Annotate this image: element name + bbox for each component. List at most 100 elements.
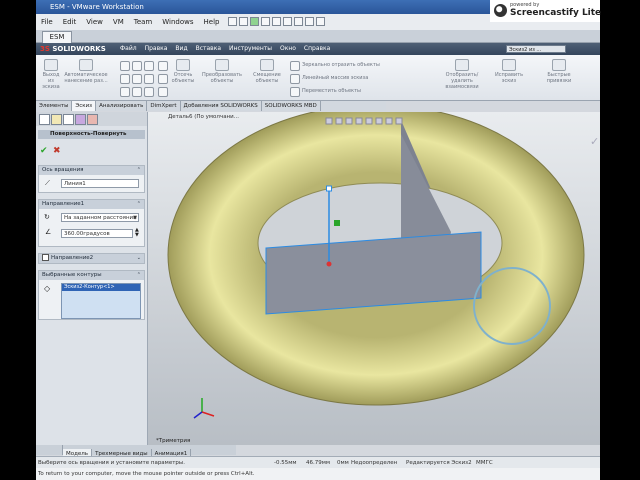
menu-view[interactable]: View [81, 14, 108, 30]
tab-dimxpert[interactable]: DimXpert [147, 101, 181, 111]
sw-menu-view[interactable]: Вид [171, 45, 191, 52]
collapse-chevron-icon[interactable]: ⌃ [137, 200, 141, 209]
list-item[interactable]: Эскиз2-Контур<1> [62, 284, 140, 291]
reverse-direction-icon[interactable]: ↻ [44, 213, 50, 221]
contours-list[interactable]: Эскиз2-Контур<1> [61, 283, 141, 319]
ellipse-icon[interactable] [132, 87, 142, 97]
polygon-icon[interactable] [144, 74, 154, 84]
menu-edit[interactable]: Edit [58, 14, 82, 30]
sw-menu-edit[interactable]: Правка [141, 45, 172, 52]
manager-icon[interactable] [293, 17, 303, 26]
menu-windows[interactable]: Windows [157, 14, 198, 30]
ok-button[interactable]: ✔ [40, 146, 48, 156]
feature-tree-breadcrumb[interactable]: Деталь6 (По умолчани... [168, 114, 239, 120]
rectangle-icon[interactable] [132, 61, 142, 71]
line-icon[interactable] [120, 61, 130, 71]
quick-snaps-button[interactable]: Быстрые привязки [542, 57, 576, 84]
mirror-entities-label[interactable]: Зеркально отразить объекты [302, 62, 380, 68]
vm-tab-esm[interactable]: ESM [42, 31, 72, 43]
screencastify-watermark: powered by Screencastify Lite [490, 0, 602, 22]
graphics-viewport[interactable]: ✕ ✓ Деталь6 (По умолчани... *Триметрия [148, 104, 600, 445]
axis-endpoint[interactable] [326, 185, 332, 192]
tab-addins[interactable]: Добавления SOLIDWORKS [181, 101, 262, 111]
plane-icon[interactable] [158, 87, 168, 97]
confirm-ok-icon[interactable]: ✓ [590, 135, 599, 148]
direction2-checkbox[interactable] [42, 254, 49, 261]
expand-chevron-icon[interactable]: ⌄ [137, 254, 141, 263]
exit-sketch-button[interactable]: Выход из эскиза [40, 57, 62, 90]
trim-entities-button[interactable]: Отсечь объекты [170, 57, 196, 84]
trim-icon [176, 59, 190, 71]
tab-features[interactable]: Элементы [36, 101, 73, 111]
spline-icon[interactable] [120, 87, 130, 97]
axis-selection-field[interactable]: Линия1 [61, 179, 139, 188]
cancel-button[interactable]: ✖ [53, 146, 61, 156]
feature-tree-icon[interactable] [39, 114, 50, 125]
group-header[interactable]: Направление1 ⌃ [39, 200, 144, 209]
tab-mbd[interactable]: SOLIDWORKS MBD [262, 101, 321, 111]
repair-sketch-button[interactable]: Исправить эскиз [494, 57, 524, 84]
pause-icon[interactable] [227, 17, 237, 26]
property-manager-icon[interactable] [51, 114, 62, 125]
tab-sketch[interactable]: Эскиз [72, 101, 97, 111]
configuration-icon[interactable] [63, 114, 74, 125]
button-label: Исправить эскиз [494, 72, 524, 84]
angle-stepper[interactable]: ▲ ▼ [135, 228, 139, 238]
snapshot-icon[interactable] [271, 17, 281, 26]
unity-icon[interactable] [315, 17, 325, 26]
text-icon[interactable] [158, 61, 168, 71]
watermark-line2: Screencastify Lite [510, 8, 602, 18]
linear-pattern-icon[interactable] [290, 74, 300, 84]
point-icon[interactable] [158, 74, 168, 84]
smart-dimension-button[interactable]: Автоматическое нанесение раз... [64, 57, 108, 84]
ds-logo-mark: 3S [40, 45, 50, 53]
sw-menu-insert[interactable]: Вставка [192, 45, 225, 52]
direction2-group: Направление2 ⌄ [38, 253, 145, 264]
convert-entities-button[interactable]: Преобразовать объекты [200, 57, 244, 84]
axis-line-icon: ⟋ [45, 179, 50, 187]
fillet-icon[interactable] [144, 87, 154, 97]
tab-evaluate[interactable]: Анализировать [96, 101, 148, 111]
move-entities-label[interactable]: Переместить объекты [302, 88, 361, 94]
display-relations-button[interactable]: Отобразить/удалить взаимосвязи [436, 57, 488, 90]
mirror-icon[interactable] [290, 61, 300, 71]
play-icon[interactable] [249, 17, 259, 26]
vmware-tab-strip: ESM [36, 30, 600, 43]
slot-icon[interactable] [144, 61, 154, 71]
model-svg[interactable]: ✕ ✓ [148, 104, 600, 445]
linear-pattern-label[interactable]: Линейный массив эскиза [302, 75, 368, 81]
stop-icon[interactable] [238, 17, 248, 26]
sw-menu-tools[interactable]: Инструменты [225, 45, 276, 52]
sw-menu-window[interactable]: Окно [276, 45, 300, 52]
fullscreen-icon[interactable] [304, 17, 314, 26]
menu-help[interactable]: Help [199, 14, 225, 30]
offset-entities-button[interactable]: Смещение объекты [250, 57, 284, 84]
dimxpert-icon[interactable] [75, 114, 86, 125]
menu-vm[interactable]: VM [108, 14, 129, 30]
vmware-hint-bar: To return to your computer, move the mou… [36, 468, 600, 480]
angle-input[interactable]: 360.00градусов [61, 229, 133, 238]
revert-icon[interactable] [282, 17, 292, 26]
snaps-icon [552, 59, 566, 71]
menu-file[interactable]: File [36, 14, 58, 30]
group-title: Направление1 [42, 201, 85, 207]
tab-motion-blank[interactable] [36, 445, 63, 455]
sw-menu-help[interactable]: Справка [300, 45, 334, 52]
group-header[interactable]: Выбранные контуры ⌃ [39, 271, 144, 280]
circle-icon[interactable] [120, 74, 130, 84]
group-header[interactable]: Направление2 ⌄ [39, 254, 144, 263]
button-label: Смещение объекты [253, 72, 281, 84]
chevron-down-icon: ▼ [133, 215, 137, 221]
display-manager-icon[interactable] [87, 114, 98, 125]
end-condition-select[interactable]: На заданном расстоянии ▼ [61, 213, 139, 222]
menu-team[interactable]: Team [129, 14, 158, 30]
refresh-icon[interactable] [260, 17, 270, 26]
group-header[interactable]: Ось вращения ⌃ [39, 166, 144, 175]
command-manager: Выход из эскиза Автоматическое нанесение… [36, 55, 600, 101]
sw-menu-file[interactable]: Файл [116, 45, 141, 52]
arc-icon[interactable] [132, 74, 142, 84]
collapse-chevron-icon[interactable]: ⌃ [137, 166, 141, 175]
move-icon[interactable] [290, 87, 300, 97]
collapse-chevron-icon[interactable]: ⌃ [137, 271, 141, 280]
view-orientation-label: *Триметрия [156, 438, 191, 444]
